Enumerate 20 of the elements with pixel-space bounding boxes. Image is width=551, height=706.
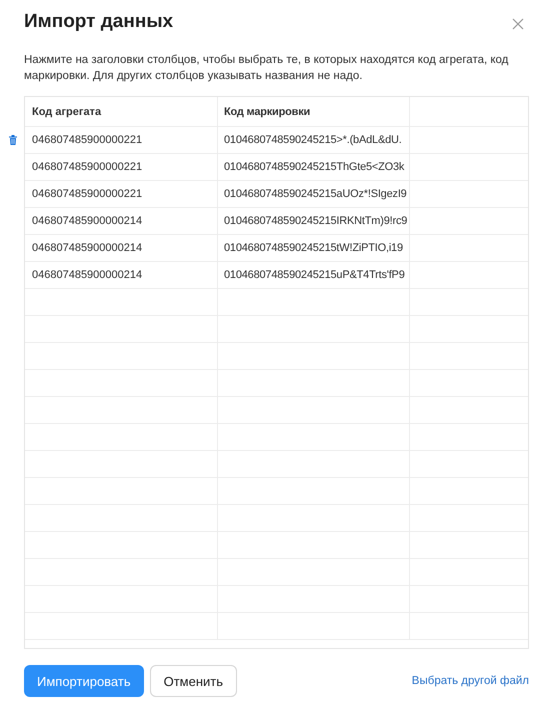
instruction-text: Нажмите на заголовки столбцов, чтобы выбрать те, в которых находятся код агрегата, код маркировки. Для других столбцов указывать названия не надо.: [24, 53, 510, 84]
table-cell: 0104680748590245215ThGte5<ZO3k: [218, 154, 410, 180]
column-header[interactable]: Код маркировки: [218, 97, 410, 126]
table-cell: 0104680748590245215>*.(bAdL&dU.: [218, 127, 410, 153]
table-cell: 046807485900000214: [25, 235, 218, 261]
table-cell: 046807485900000214: [25, 208, 218, 234]
table-cell: 0104680748590245215IRKNtTm)9!rc9: [218, 208, 410, 234]
table-cell: 0104680748590245215uP&T4Trts'fP9: [218, 262, 410, 288]
table-cell: 046807485900000221: [25, 127, 218, 153]
table-cell: 0104680748590245215tW!ZiPTIO,i19: [218, 235, 410, 261]
choose-file-link[interactable]: Выбрать другой файл: [412, 675, 529, 687]
trash-icon[interactable]: [9, 135, 17, 145]
table-cell: 046807485900000221: [25, 154, 218, 180]
table-cell: 0104680748590245215aUOz*!SIgezI9: [218, 181, 410, 207]
close-icon[interactable]: [512, 18, 524, 30]
table-cell: 046807485900000214: [25, 262, 218, 288]
table-cell: 046807485900000221: [25, 181, 218, 207]
dialog-title: Импорт данных: [24, 11, 174, 33]
cancel-button[interactable]: Отменить: [150, 665, 238, 697]
column-header[interactable]: Код агрегата: [25, 97, 218, 126]
